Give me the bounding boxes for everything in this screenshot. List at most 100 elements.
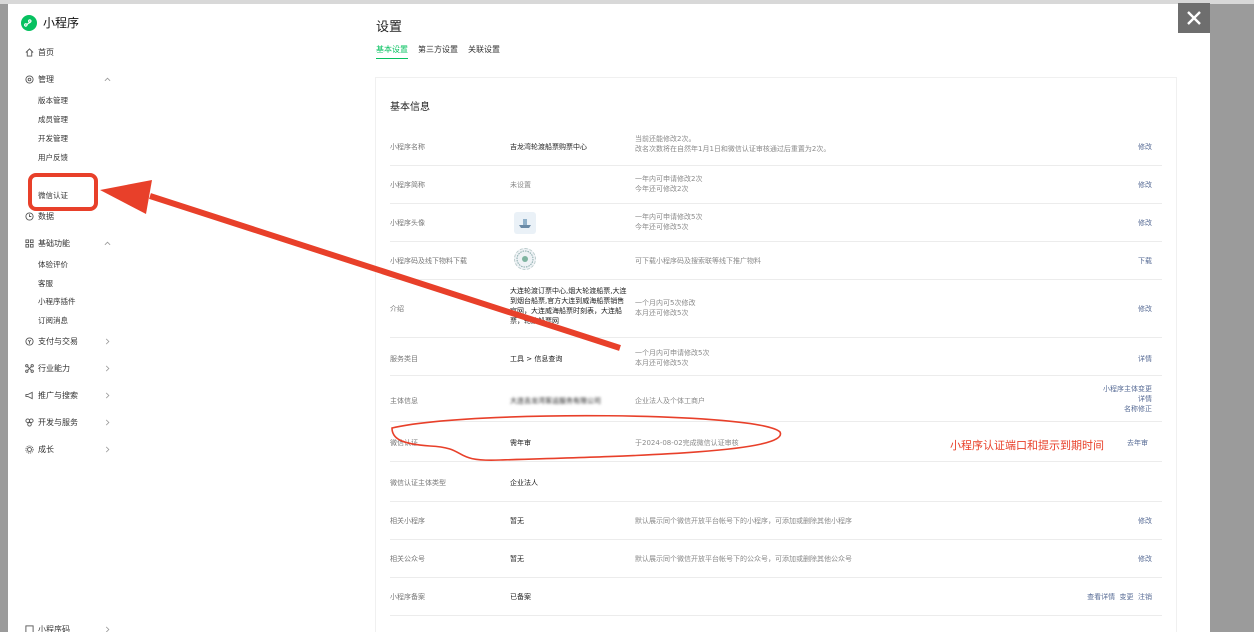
settings-window: 小程序 首页 管理 版本管理 成员管理 开发管理 用户反馈 微信认证 数据 基础… (8, 4, 1210, 632)
nav-manage[interactable]: 管理 (24, 74, 111, 85)
view-details-link[interactable]: 查看详情 (1087, 593, 1115, 601)
download-link[interactable]: 下载 (1138, 256, 1152, 266)
nav-data-label: 数据 (38, 212, 54, 221)
miniprogram-logo-icon (21, 14, 37, 31)
nav-pay[interactable]: 支付与交易 (24, 336, 110, 347)
page-title: 设置 (376, 20, 403, 35)
sidebar-item-version[interactable]: 版本管理 (38, 95, 68, 106)
cancel-link[interactable]: 注销 (1138, 593, 1152, 601)
puzzle-icon (24, 418, 34, 428)
row-intro: 介绍 大连轮渡订票中心,烟大轮渡船票,大连到烟台船票,官方大连到威海船票销售官网… (390, 280, 1162, 338)
row-label: 主体信息 (390, 397, 418, 405)
row-value: 暂无 (510, 555, 524, 563)
grid-icon (24, 239, 34, 249)
target-icon (24, 75, 34, 85)
details-link[interactable]: 详情 (1138, 354, 1152, 364)
row-auth-type: 微信认证主体类型 企业法人 (390, 462, 1162, 502)
nav-dev-service[interactable]: 开发与服务 (24, 417, 110, 428)
nav-data[interactable]: 数据 (24, 211, 110, 222)
sidebar-item-service[interactable]: 客服 (38, 278, 53, 289)
miniprogram-code (514, 248, 536, 270)
row-label: 服务类目 (390, 355, 418, 363)
tab-related-settings[interactable]: 关联设置 (468, 44, 500, 59)
row-hint: 一个月内可5次修改 本月还可修改5次 (635, 299, 696, 317)
sidebar-item-subscribe[interactable]: 订阅消息 (38, 315, 68, 326)
sidebar-item-members[interactable]: 成员管理 (38, 114, 68, 125)
row-hint: 于2024-08-02完成微信认证审核 (635, 439, 739, 447)
row-name: 小程序名称 吉龙湾轮渡船票购票中心 当前还能修改2次。 改名次数将在自然年1月1日… (390, 128, 1162, 166)
megaphone-icon (24, 391, 34, 401)
row-hint: 一年内可申请修改5次 今年还可修改5次 (635, 213, 703, 231)
sidebar: 小程序 首页 管理 版本管理 成员管理 开发管理 用户反馈 微信认证 数据 基础… (8, 4, 308, 632)
row-value-blurred: 大连吉龙湾客运服务有限公司 (510, 397, 601, 405)
row-label: 小程序码及线下物料下载 (390, 257, 467, 265)
nav-dev-label: 开发与服务 (38, 418, 78, 427)
nav-growth[interactable]: 成长 (24, 444, 110, 455)
edit-link[interactable]: 修改 (1138, 516, 1152, 526)
row-value: 未设置 (510, 181, 531, 189)
nav-promote[interactable]: 推广与搜索 (24, 390, 110, 401)
basic-info-card: 基本信息 小程序名称 吉龙湾轮渡船票购票中心 当前还能修改2次。 改名次数将在自然… (376, 78, 1176, 632)
edit-link[interactable]: 修改 (1138, 218, 1152, 228)
row-related-miniprogram: 相关小程序 暂无 默认展示同个微信开放平台帐号下的小程序，可添加或删除其他小程序… (390, 502, 1162, 540)
sidebar-item-dev[interactable]: 开发管理 (38, 133, 68, 144)
app-logo[interactable]: 小程序 (21, 14, 79, 31)
row-subject: 主体信息 大连吉龙湾客运服务有限公司 企业法人及个体工商户 小程序主体变更 详情… (390, 376, 1162, 422)
annual-review-link[interactable]: 去年审 (1127, 438, 1148, 448)
annotation-text: 小程序认证端口和提示到期时间 (950, 439, 1104, 452)
edit-link[interactable]: 修改 (1138, 554, 1152, 564)
nav-qrcode[interactable]: 小程序码 (24, 624, 110, 632)
ship-icon (519, 219, 531, 228)
edit-link[interactable]: 修改 (1138, 180, 1152, 190)
row-label: 相关小程序 (390, 517, 425, 525)
chevron-right-icon (104, 446, 111, 453)
row-hint: 默认展示同个微信开放平台帐号下的公众号，可添加或删除其他公众号 (635, 555, 852, 563)
sidebar-item-feedback[interactable]: 用户反馈 (38, 152, 68, 163)
subject-change-link[interactable]: 小程序主体变更 (1103, 385, 1152, 393)
close-icon (1187, 11, 1201, 25)
tab-third-party-settings[interactable]: 第三方设置 (418, 44, 458, 59)
sidebar-item-experience[interactable]: 体验评价 (38, 259, 68, 270)
nav-manage-label: 管理 (38, 75, 54, 84)
chevron-up-icon (104, 240, 111, 247)
chevron-right-icon (104, 626, 111, 632)
qrcode-icon (24, 625, 34, 632)
row-label: 微信认证 (390, 439, 418, 447)
clock-icon (24, 212, 34, 222)
name-correction-link[interactable]: 名称修正 (1124, 405, 1152, 413)
row-label: 小程序头像 (390, 219, 425, 227)
sun-icon (24, 445, 34, 455)
row-related-official: 相关公众号 暂无 默认展示同个微信开放平台帐号下的公众号，可添加或删除其他公众号… (390, 540, 1162, 578)
tab-basic-settings[interactable]: 基本设置 (376, 44, 408, 59)
sidebar-item-wechat-auth[interactable]: 微信认证 (38, 190, 68, 201)
row-value: 大连轮渡订票中心,烟大轮渡船票,大连到烟台船票,官方大连到威海船票销售官网，大连… (510, 287, 627, 325)
nav-basic[interactable]: 基础功能 (24, 238, 111, 249)
avatar (514, 212, 536, 234)
sidebar-item-plugin[interactable]: 小程序插件 (38, 296, 76, 307)
chevron-right-icon (104, 419, 111, 426)
row-filing: 小程序备案 已备案 查看详情 变更 注销 (390, 578, 1162, 616)
subject-actions: 小程序主体变更 详情 名称修正 (1103, 384, 1152, 414)
nav-industry[interactable]: 行业能力 (24, 363, 110, 374)
row-qrcode: 小程序码及线下物料下载 可下载小程序码及搜索联等线下推广物料 下载 (390, 242, 1162, 280)
change-link[interactable]: 变更 (1120, 593, 1134, 601)
edit-link[interactable]: 修改 (1138, 304, 1152, 314)
row-label: 小程序简称 (390, 181, 425, 189)
row-label: 微信认证主体类型 (390, 479, 446, 487)
edit-link[interactable]: 修改 (1138, 142, 1152, 152)
nav-growth-label: 成长 (38, 445, 54, 454)
nav-basic-label: 基础功能 (38, 239, 70, 248)
nav-industry-label: 行业能力 (38, 364, 70, 373)
row-value: 需年审 (510, 439, 531, 447)
close-button[interactable] (1178, 3, 1210, 33)
row-label: 介绍 (390, 305, 404, 313)
row-value: 企业法人 (510, 479, 538, 487)
nav-qrcode-label: 小程序码 (38, 625, 70, 632)
row-hint: 当前还能修改2次。 改名次数将在自然年1月1日和微信认证审核通过后重置为2次。 (635, 135, 831, 153)
nav-home-label: 首页 (38, 48, 54, 57)
qrcode-icon (516, 250, 534, 268)
nav-home[interactable]: 首页 (24, 47, 110, 58)
chevron-right-icon (104, 338, 111, 345)
details-link[interactable]: 详情 (1138, 395, 1152, 403)
nav-promote-label: 推广与搜索 (38, 391, 78, 400)
